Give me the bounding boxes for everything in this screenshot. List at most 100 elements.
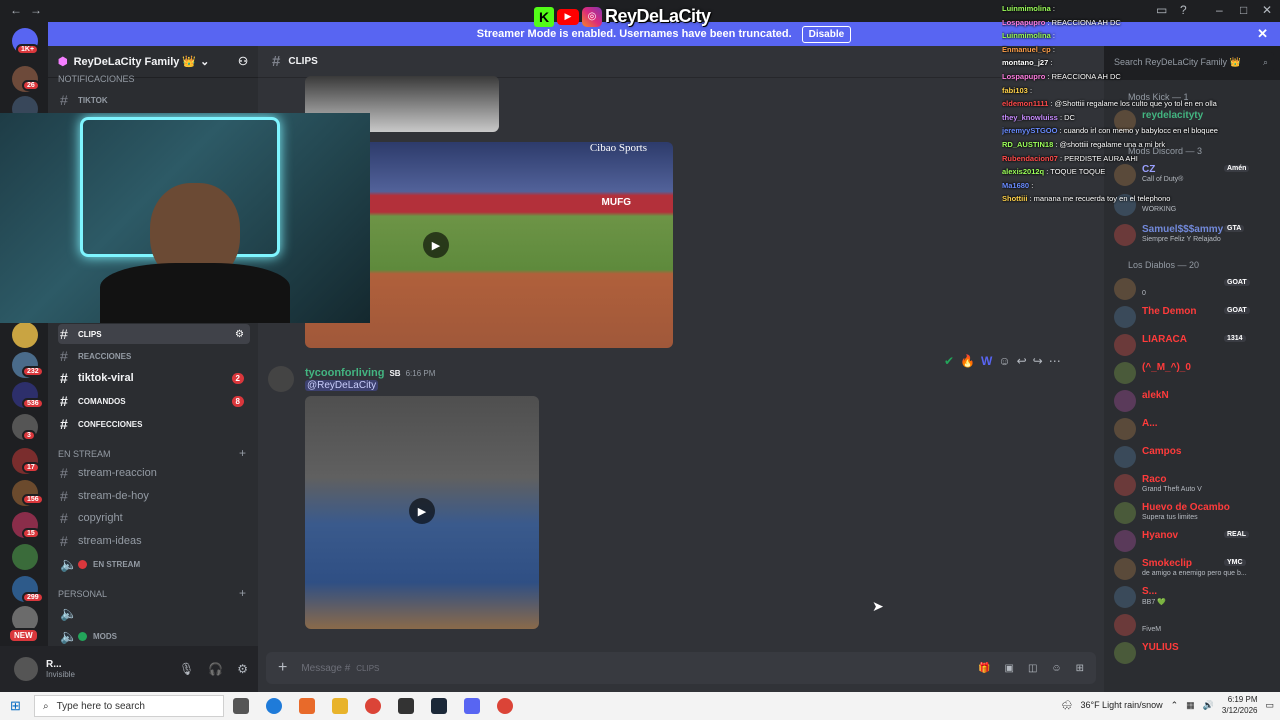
channel-stream-de-hoy[interactable]: # stream-de-hoy [58,486,250,506]
live-dot-icon [78,559,87,569]
member-item[interactable]: FiveM [1114,612,1278,638]
member-item[interactable]: The Demon GOAT [1114,304,1278,330]
channel-comandos[interactable]: # COMANDOS 8 [58,391,250,411]
sticker-icon[interactable]: ◫ [1028,663,1037,674]
app-icon[interactable] [299,698,315,714]
add-channel-icon[interactable]: + [239,446,246,460]
channel-reacciones[interactable]: # REACCIONES [58,346,250,366]
chat-message: : REACCIONA AH DC [1047,71,1121,81]
close-icon[interactable]: ✕ [1257,26,1268,42]
voice-channel-private[interactable]: 🔈 [58,603,250,623]
member-item[interactable]: (^_M_^)_0 [1114,360,1278,386]
speaker-icon: 🔈 [60,627,78,644]
chrome-icon[interactable] [497,698,513,714]
w-reaction-icon[interactable]: W [981,354,992,368]
add-attachment-icon[interactable]: + [278,659,287,677]
notification-badge: 299 [22,592,44,603]
close-icon[interactable]: ✕ [1262,3,1272,17]
member-item[interactable]: S... BB7 💚 [1114,584,1278,610]
taskbar-search[interactable]: ⌕ Type here to search [34,695,224,717]
windows-start-icon[interactable]: ⊞ [10,698,21,714]
avatar[interactable] [14,657,38,681]
check-reaction-icon[interactable]: ✔ [944,354,954,368]
volume-icon[interactable]: 🔊 [1203,700,1214,711]
headphones-icon[interactable]: 🎧 [208,662,223,676]
add-channel-icon[interactable]: + [239,586,246,600]
play-icon[interactable]: ▶ [409,498,435,524]
gift-icon[interactable]: 🎁 [978,663,990,674]
member-item[interactable]: Huevo de Ocambo Supera tus limites [1114,500,1278,526]
avatar[interactable] [268,366,294,392]
forward-icon[interactable]: ↪ [1033,354,1043,368]
message-composer[interactable]: + Message # CLIPS 🎁 ▣ ◫ ☺ ⊞ [266,652,1096,684]
apps-icon[interactable]: ⊞ [1076,663,1084,674]
channel-confecciones[interactable]: # CONFECCIONES [58,414,250,434]
channel-tiktok[interactable]: # TIKTOK [58,90,250,110]
channel-stream-reaccion[interactable]: # stream-reaccion [58,463,250,483]
settings-icon[interactable]: ⚙ [235,329,244,340]
channel-label: stream-reaccion [78,467,157,479]
server-icon[interactable] [12,322,38,348]
reply-icon[interactable]: ↩ [1017,354,1027,368]
settings-icon[interactable]: ⚙ [237,662,248,676]
file-explorer-icon[interactable] [332,698,348,714]
member-item[interactable]: Smokeclip YMC de amigo a enemigo pero que … [1114,556,1278,582]
mention-badge: 8 [231,395,244,407]
member-item[interactable]: LIARACA 1314 [1114,332,1278,358]
hash-icon: # [60,92,68,108]
member-name: Hyanov [1142,530,1179,541]
discord-icon[interactable] [464,698,480,714]
obs-icon[interactable] [398,698,414,714]
member-item[interactable]: Raco Grand Theft Auto V [1114,472,1278,498]
emoji-icon[interactable]: ☺ [1051,663,1061,674]
member-item[interactable]: Hyanov REAL [1114,528,1278,554]
add-reaction-icon[interactable]: ☺ [998,354,1010,368]
member-item[interactable]: YULIUS [1114,640,1278,666]
member-item[interactable]: Samuel$$$ammy GTA Siempre Feliz Y Relajado [1114,222,1278,248]
member-item[interactable]: Campos [1114,444,1278,470]
chevron-up-icon[interactable]: ⌃ [1171,700,1179,711]
category-en-stream[interactable]: EN STREAM [58,449,111,459]
notifications-icon[interactable]: ▭ [1265,700,1274,711]
chat-line: Shottiii : manana me recuerda toy en el … [1002,192,1242,206]
hash-icon: # [60,393,68,409]
voice-channel-en-stream[interactable]: 🔈 EN STREAM [58,554,250,574]
member-name: YULIUS [1142,642,1179,653]
message-timestamp: 6:16 PM [405,368,436,378]
arrow-left-icon[interactable]: ← [10,3,22,17]
channel-stream-ideas[interactable]: # stream-ideas [58,531,250,551]
gif-icon[interactable]: ▣ [1004,663,1013,674]
category-notificaciones[interactable]: NOTIFICACIONES [58,74,135,84]
add-member-icon[interactable]: ⚇ [238,55,248,68]
hash-icon: # [60,533,68,549]
member-item[interactable]: GOAT 0 [1114,276,1278,302]
channel-label: tiktok-viral [78,372,134,384]
clip-video[interactable]: ▶ [305,396,539,629]
microphone-icon[interactable]: 🎙 [179,662,194,676]
fire-reaction-icon[interactable]: 🔥 [960,354,975,368]
play-icon[interactable]: ▶ [423,232,449,258]
arrow-right-icon[interactable]: → [30,3,42,17]
member-tag: GOAT [1224,279,1250,286]
more-icon[interactable]: ⋯ [1049,354,1061,368]
member-item[interactable]: alekN [1114,388,1278,414]
channel-clips[interactable]: # CLIPS ⚙ [58,324,250,344]
weather-text[interactable]: 36°F Light rain/snow [1080,700,1162,710]
category-personal[interactable]: PERSONAL [58,589,107,599]
streamer-body [100,263,290,323]
channel-tiktok-viral[interactable]: # tiktok-viral 2 [58,368,250,388]
edge-icon[interactable] [266,698,282,714]
clock[interactable]: 6:19 PM 3/12/2026 [1222,694,1258,716]
server-icon[interactable] [12,544,38,570]
voice-channel-mods[interactable]: 🔈 MODS [58,626,250,646]
disable-button[interactable]: Disable [801,25,852,43]
task-view-icon[interactable] [233,698,249,714]
user-status: Invisible [46,670,75,679]
member-item[interactable]: A... [1114,416,1278,442]
message-author[interactable]: tycoonforliving [305,367,384,379]
chrome-icon[interactable] [365,698,381,714]
channel-copyright[interactable]: # copyright [58,508,250,528]
user-mention[interactable]: @ReyDeLaCity [305,380,379,391]
steam-icon[interactable] [431,698,447,714]
chat-username: Luinmimolina [1002,4,1051,13]
